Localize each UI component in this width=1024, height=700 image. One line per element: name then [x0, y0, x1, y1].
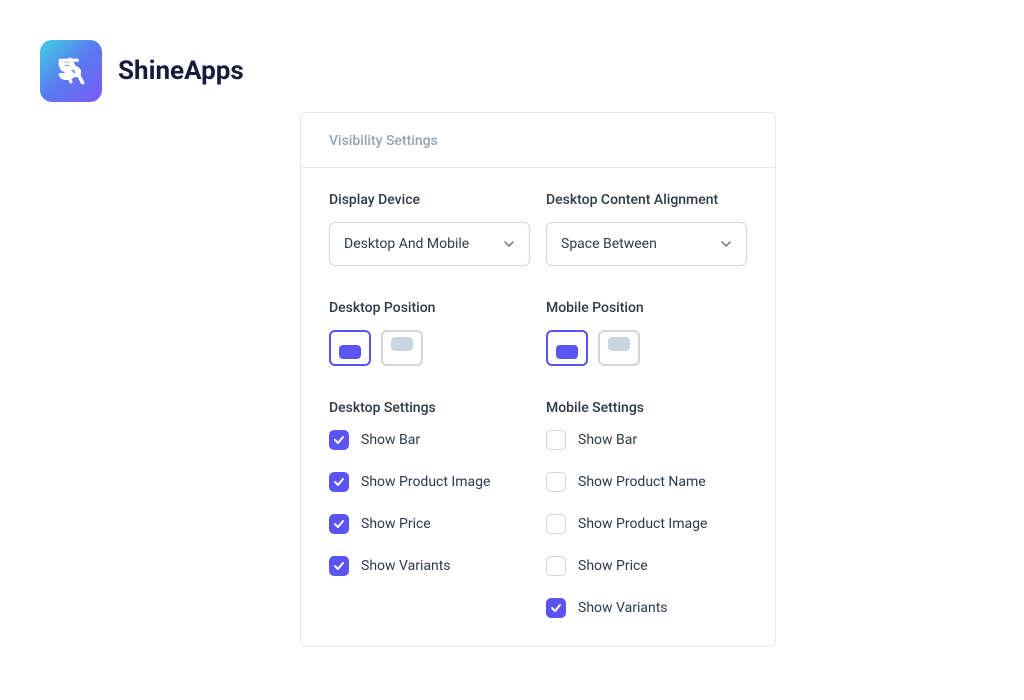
- mobile-position-field: Mobile Position: [546, 300, 747, 366]
- desktop-position-bottom[interactable]: [329, 330, 371, 366]
- desktop-position-group: [329, 330, 530, 366]
- checkbox-label: Show Product Name: [578, 474, 706, 490]
- checkbox-icon: [546, 514, 566, 534]
- content-alignment-field: Desktop Content Alignment Space Between: [546, 192, 747, 266]
- content-alignment-value: Space Between: [561, 236, 657, 252]
- checkbox-label: Show Variants: [578, 600, 668, 616]
- mobile-settings-section: Mobile Settings Show Bar Show Product Nam…: [546, 400, 747, 618]
- checkbox-icon: [329, 472, 349, 492]
- sa-mark-icon: S A: [53, 53, 89, 89]
- desktop-checkbox-row[interactable]: Show Bar: [329, 430, 530, 450]
- brand-logo-icon: S A: [40, 40, 102, 102]
- checkbox-label: Show Variants: [361, 558, 451, 574]
- display-device-value: Desktop And Mobile: [344, 236, 469, 252]
- panel-header: Visibility Settings: [301, 113, 775, 168]
- checkbox-icon: [546, 472, 566, 492]
- display-device-field: Display Device Desktop And Mobile: [329, 192, 530, 266]
- checkbox-label: Show Price: [578, 558, 648, 574]
- panel-title: Visibility Settings: [329, 133, 747, 149]
- position-pill-icon: [608, 337, 630, 351]
- checkbox-icon: [546, 598, 566, 618]
- checkbox-icon: [329, 430, 349, 450]
- content-alignment-label: Desktop Content Alignment: [546, 192, 747, 208]
- mobile-position-label: Mobile Position: [546, 300, 747, 316]
- display-device-label: Display Device: [329, 192, 530, 208]
- desktop-position-field: Desktop Position: [329, 300, 530, 366]
- position-pill-icon: [339, 345, 361, 359]
- desktop-settings-list: Show Bar Show Product Image Show Price Show…: [329, 430, 530, 576]
- chevron-down-icon: [720, 235, 732, 254]
- mobile-checkbox-row[interactable]: Show Price: [546, 556, 747, 576]
- desktop-checkbox-row[interactable]: Show Variants: [329, 556, 530, 576]
- desktop-checkbox-row[interactable]: Show Product Image: [329, 472, 530, 492]
- mobile-position-bottom[interactable]: [546, 330, 588, 366]
- mobile-checkbox-row[interactable]: Show Variants: [546, 598, 747, 618]
- display-device-select[interactable]: Desktop And Mobile: [329, 222, 530, 266]
- mobile-checkbox-row[interactable]: Show Bar: [546, 430, 747, 450]
- chevron-down-icon: [503, 235, 515, 254]
- mobile-settings-list: Show Bar Show Product Name Show Product Im…: [546, 430, 747, 618]
- checkbox-label: Show Product Image: [361, 474, 490, 490]
- mobile-checkbox-row[interactable]: Show Product Image: [546, 514, 747, 534]
- content-alignment-select[interactable]: Space Between: [546, 222, 747, 266]
- desktop-settings-label: Desktop Settings: [329, 400, 530, 416]
- desktop-checkbox-row[interactable]: Show Price: [329, 514, 530, 534]
- checkbox-label: Show Bar: [361, 432, 420, 448]
- brand-name: ShineApps: [118, 56, 244, 86]
- brand-header: S A ShineApps: [40, 40, 244, 102]
- position-pill-icon: [556, 345, 578, 359]
- panel-body: Display Device Desktop And Mobile Deskto…: [301, 168, 775, 646]
- desktop-position-top[interactable]: [381, 330, 423, 366]
- mobile-settings-label: Mobile Settings: [546, 400, 747, 416]
- checkbox-icon: [329, 556, 349, 576]
- mobile-position-top[interactable]: [598, 330, 640, 366]
- checkbox-label: Show Bar: [578, 432, 637, 448]
- position-pill-icon: [391, 337, 413, 351]
- mobile-checkbox-row[interactable]: Show Product Name: [546, 472, 747, 492]
- desktop-position-label: Desktop Position: [329, 300, 530, 316]
- visibility-settings-panel: Visibility Settings Display Device Deskt…: [300, 112, 776, 647]
- checkbox-icon: [329, 514, 349, 534]
- checkbox-icon: [546, 430, 566, 450]
- checkbox-label: Show Product Image: [578, 516, 707, 532]
- mobile-position-group: [546, 330, 747, 366]
- checkbox-icon: [546, 556, 566, 576]
- desktop-settings-section: Desktop Settings Show Bar Show Product Im…: [329, 400, 530, 618]
- checkbox-label: Show Price: [361, 516, 431, 532]
